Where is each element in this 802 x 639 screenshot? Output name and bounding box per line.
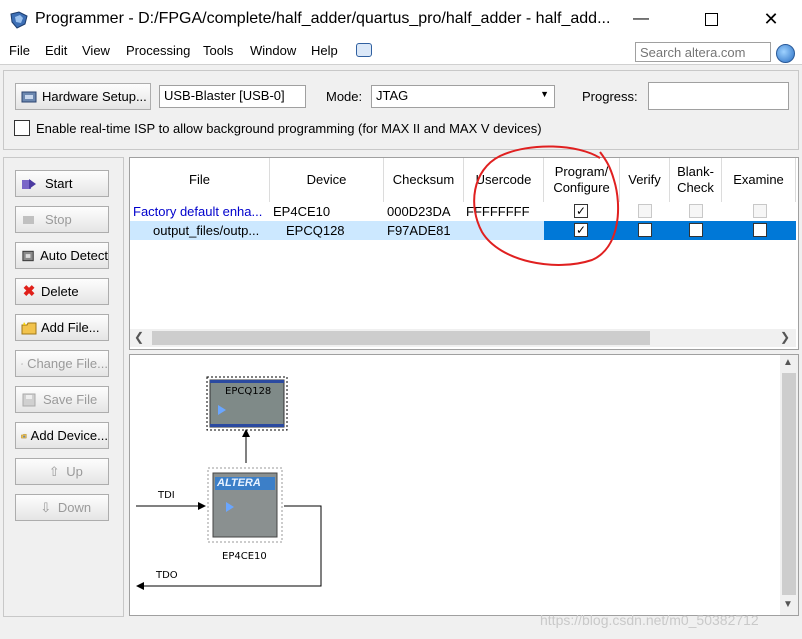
altera-logo: ALTERA [217,477,261,489]
start-button[interactable]: Start [15,170,109,197]
blank-check-checkbox[interactable] [689,204,703,218]
change-file-icon [21,362,23,365]
hardware-setup-button[interactable]: Hardware Setup... [15,83,151,110]
save-file-label: Save File [43,392,98,407]
maximize-button[interactable] [688,0,734,38]
maximize-icon [704,12,718,26]
scroll-up-icon[interactable]: ▲ [783,357,793,368]
scrollbar-thumb[interactable] [782,373,796,595]
chevron-down-icon: ▼ [540,89,549,99]
verify-checkbox[interactable] [638,223,652,237]
stop-label: Stop [45,212,72,227]
menu-tools[interactable]: Tools [203,43,233,58]
examine-checkbox[interactable] [753,223,767,237]
column-header-device[interactable]: Device [270,158,384,202]
save-file-icon [22,393,36,406]
menu-edit[interactable]: Edit [45,43,67,58]
delete-label: Delete [41,284,79,299]
chain-diagram: ▲ ▼ EPCQ128 ALTERA EP4CE10 TDI TDO [129,354,799,616]
hardware-setup-label: Hardware Setup... [42,89,147,104]
menu-file[interactable]: File [9,43,30,58]
change-file-button[interactable]: Change File... [15,350,109,377]
annotation-circle [473,145,620,266]
programmer-app-icon [10,11,28,29]
delete-button[interactable]: ✖ Delete [15,278,109,305]
menu-processing[interactable]: Processing [126,43,190,58]
menu-divider [0,64,802,65]
add-file-button[interactable]: Add File... [15,314,109,341]
verify-checkbox[interactable] [638,204,652,218]
menu-help[interactable]: Help [311,43,338,58]
add-device-label: Add Device... [30,428,108,443]
examine-checkbox[interactable] [753,204,767,218]
column-header-checksum[interactable]: Checksum [384,158,464,202]
add-device-icon [21,433,27,438]
change-file-label: Change File... [27,356,108,371]
row-checksum: F97ADE81 [387,223,451,238]
scrollbar-thumb[interactable] [152,331,650,345]
scroll-left-icon[interactable]: ❮ [134,330,144,344]
column-header-blank-check[interactable]: Blank- Check [670,158,722,202]
progress-bar [648,82,789,110]
row-device: EPCQ128 [286,223,345,238]
progress-label: Progress: [582,89,638,104]
auto-detect-icon [22,250,34,261]
menu-window[interactable]: Window [250,43,296,58]
add-file-icon [21,321,37,334]
delete-icon: ✖ [22,282,36,300]
add-device-button[interactable]: Add Device... [15,422,109,449]
row-file: Factory default enha... [133,204,263,219]
window-title: Programmer - D:/FPGA/complete/half_adder… [35,10,611,27]
flash-label: EPCQ128 [225,386,272,397]
scroll-right-icon[interactable]: ❯ [780,330,790,344]
minimize-icon: — [633,10,649,27]
down-label: Down [57,500,92,515]
up-label: Up [66,464,83,479]
column-header-examine[interactable]: Examine [722,158,796,202]
hardware-field: USB-Blaster [USB-0] [159,85,306,108]
tdo-label: TDO [156,570,178,581]
minimize-button[interactable]: — [618,0,664,38]
mode-value: JTAG [376,88,409,103]
mode-select[interactable]: JTAG ▼ [371,85,555,108]
auto-detect-button[interactable]: Auto Detect [15,242,109,269]
add-file-label: Add File... [41,320,100,335]
start-label: Start [45,176,73,191]
row-file: output_files/outp... [153,223,260,238]
up-button[interactable]: ⇧ Up [15,458,109,485]
start-icon [22,178,36,189]
close-button[interactable]: ✕ [748,0,794,38]
down-button[interactable]: ⇩ Down [15,494,109,521]
watermark: https://blog.csdn.net/m0_50382712 [540,612,759,628]
save-file-button[interactable]: Save File [15,386,109,413]
isp-checkbox[interactable] [14,120,30,136]
hardware-icon [21,91,37,102]
stop-button[interactable]: Stop [15,206,109,233]
stop-icon [23,215,34,224]
help-chat-icon[interactable] [356,43,372,57]
globe-icon[interactable] [776,44,795,63]
column-header-file[interactable]: File [130,158,270,202]
row-checksum: 000D23DA [387,204,451,219]
up-icon: ⇧ [48,463,60,479]
search-input[interactable] [635,42,771,62]
close-icon: ✕ [763,8,779,29]
down-icon: ⇩ [40,499,52,515]
fpga-label: EP4CE10 [222,551,267,562]
mode-label: Mode: [326,89,363,104]
tdi-label: TDI [158,490,175,501]
isp-label: Enable real-time ISP to allow background… [36,121,542,136]
menu-view[interactable]: View [82,43,110,58]
auto-detect-label: Auto Detect [40,248,108,263]
scroll-down-icon[interactable]: ▼ [783,599,793,610]
row-device: EP4CE10 [273,204,331,219]
blank-check-checkbox[interactable] [689,223,703,237]
